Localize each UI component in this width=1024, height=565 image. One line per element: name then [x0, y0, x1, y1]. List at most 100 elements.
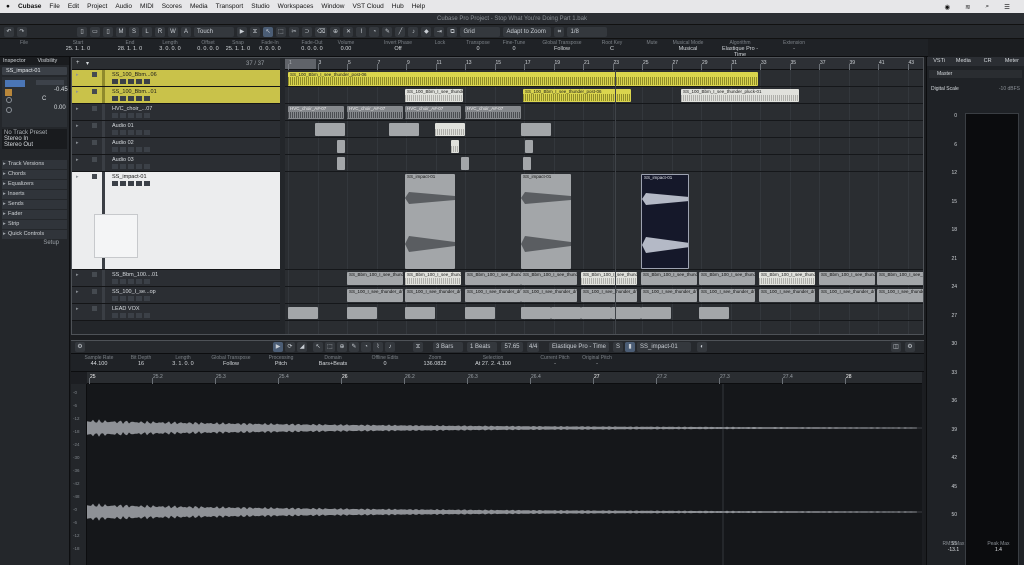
- track-button[interactable]: [120, 96, 126, 101]
- track-button[interactable]: [144, 164, 150, 169]
- add-track-icon[interactable]: +: [76, 60, 80, 66]
- track-name[interactable]: SS_100_Bbm...01: [112, 89, 157, 95]
- mouse-icon[interactable]: ◐: [697, 342, 707, 352]
- track-name[interactable]: LEAD VOX: [112, 306, 140, 312]
- undo-icon[interactable]: ↶: [4, 26, 14, 37]
- track-button[interactable]: [128, 79, 134, 84]
- audio-event[interactable]: [451, 140, 459, 153]
- le-info-cell-8[interactable]: Selection At 27. 2. 4.100: [469, 355, 517, 367]
- audio-event[interactable]: [523, 157, 531, 170]
- track-2[interactable]: ▸ HVC_choir_...07: [72, 104, 280, 121]
- track-button[interactable]: [112, 181, 118, 186]
- audio-event[interactable]: SS_100_I_see_thunder_drum_loop: [347, 289, 403, 302]
- mute-all-button[interactable]: M: [116, 26, 126, 37]
- tab-visibility[interactable]: Visibility: [35, 57, 70, 65]
- info-cell-17[interactable]: Algorithm Elastique Pro - Time: [718, 40, 762, 58]
- audio-event[interactable]: [551, 307, 581, 319]
- automation-mode-select[interactable]: Touch: [194, 26, 234, 37]
- audio-event[interactable]: SS_Bbm_100_I_see_thunder_sub_loop-01: [347, 272, 403, 285]
- play-audition-icon[interactable]: ▶: [273, 342, 283, 352]
- track-button[interactable]: [112, 96, 118, 101]
- tab-meter[interactable]: Meter: [1000, 57, 1024, 66]
- audio-event[interactable]: [461, 157, 469, 170]
- track-button[interactable]: [136, 130, 142, 135]
- activate-button[interactable]: A: [181, 26, 191, 37]
- audio-event[interactable]: [288, 307, 318, 319]
- play-tool-icon[interactable]: ♪: [408, 26, 419, 37]
- add-track-menu-icon[interactable]: ▾: [86, 60, 89, 67]
- mute-tool-icon[interactable]: ✕: [343, 26, 354, 37]
- tab-inspector[interactable]: Inspector: [0, 57, 35, 65]
- track-7[interactable]: ▸ SS_Bbm_100....01: [72, 270, 280, 287]
- audio-event[interactable]: SS_100_I_see_thunder_drum_loop: [819, 289, 875, 302]
- section-inserts[interactable]: Inserts: [2, 190, 67, 199]
- audio-event[interactable]: SS_100_Bbm_I_see_thunder_pluck-01: [681, 89, 799, 102]
- zoom-tool-icon[interactable]: ⊕: [330, 26, 341, 37]
- track-name[interactable]: Audio 02: [112, 140, 134, 146]
- track-button[interactable]: [128, 164, 134, 169]
- apple-icon[interactable]: ●: [6, 3, 10, 10]
- audio-event[interactable]: SS_100_Bbm_I_see_thunder_pluck-01: [405, 89, 463, 102]
- track-button[interactable]: [136, 181, 142, 186]
- event-name-field[interactable]: SS_impact-01: [637, 342, 691, 352]
- scrub-tool-icon[interactable]: ♪: [385, 342, 395, 352]
- track-button[interactable]: [128, 279, 134, 284]
- menu-help[interactable]: Help: [412, 3, 425, 10]
- solo-all-button[interactable]: S: [129, 26, 139, 37]
- audio-event[interactable]: SS_Bbm_100_I_see_thunder_sub_loop-01: [521, 272, 577, 285]
- track-mute-button[interactable]: [92, 157, 97, 162]
- audio-event[interactable]: [347, 307, 377, 319]
- audio-event[interactable]: [521, 307, 551, 319]
- section-track-versions[interactable]: Track Versions: [2, 160, 67, 169]
- info-cell-6[interactable]: Fade-In 0. 0. 0. 0: [248, 40, 292, 52]
- control-center-icon[interactable]: ☰: [1004, 3, 1010, 11]
- audio-event[interactable]: SS_Bbm_100_I_see_thunder_sub_loop-01: [699, 272, 755, 285]
- track-button[interactable]: [128, 96, 134, 101]
- track-button[interactable]: [144, 279, 150, 284]
- menu-media[interactable]: Media: [190, 3, 208, 10]
- menu-vst-cloud[interactable]: VST Cloud: [352, 3, 383, 10]
- track-button[interactable]: [120, 79, 126, 84]
- track-expand-icon[interactable]: ▸: [76, 106, 84, 112]
- track-button[interactable]: [144, 113, 150, 118]
- track-mute-button[interactable]: [92, 72, 97, 77]
- autoscroll-icon[interactable]: ▶: [237, 26, 247, 37]
- hitpoint-tool-icon[interactable]: ⌇: [373, 342, 383, 352]
- menu-file[interactable]: File: [49, 3, 59, 10]
- track-button[interactable]: [144, 296, 150, 301]
- section-chords[interactable]: Chords: [2, 170, 67, 179]
- track-button[interactable]: [128, 313, 134, 318]
- edit-button[interactable]: [5, 89, 12, 96]
- digital-scale-value[interactable]: -10 dBFS: [999, 86, 1020, 93]
- track-expand-icon[interactable]: ▸: [76, 157, 84, 163]
- track-mute-button[interactable]: [92, 140, 97, 145]
- track-button[interactable]: [136, 296, 142, 301]
- section-quick-controls[interactable]: Quick Controls: [2, 230, 67, 239]
- locator-range[interactable]: [285, 59, 316, 69]
- track-button[interactable]: [144, 313, 150, 318]
- track-button[interactable]: [128, 181, 134, 186]
- track-button[interactable]: [120, 113, 126, 118]
- tab-vsti[interactable]: VSTi: [927, 57, 951, 66]
- track-button[interactable]: [120, 164, 126, 169]
- rms-max-value[interactable]: -13.1: [942, 547, 964, 553]
- audio-event[interactable]: [641, 307, 671, 319]
- le-info-value[interactable]: -: [531, 361, 579, 367]
- track-button[interactable]: [112, 279, 118, 284]
- info-value[interactable]: C: [590, 46, 634, 52]
- le-info-value[interactable]: 3. 1. 0. 0: [159, 361, 207, 367]
- audio-event[interactable]: SS_100_I_see_thunder_drum_loop: [641, 289, 697, 302]
- track-expand-icon[interactable]: ▸: [76, 174, 84, 180]
- track-button[interactable]: [136, 164, 142, 169]
- track-1[interactable]: ▸ SS_100_Bbm...01: [72, 87, 280, 104]
- musical-mode-icon[interactable]: ⧖: [413, 342, 423, 352]
- info-value[interactable]: 25. 1. 1. 0: [56, 46, 100, 52]
- audio-event[interactable]: [337, 140, 345, 153]
- audio-event[interactable]: SS_Bbm_100_I_see_thunder_sub_loop-01: [465, 272, 521, 285]
- info-cell-16[interactable]: Musical Mode Musical: [666, 40, 710, 52]
- track-expand-icon[interactable]: ▸: [76, 123, 84, 129]
- le-info-value[interactable]: 136.0822: [411, 361, 459, 367]
- snap-on-icon[interactable]: ⧉: [447, 26, 458, 37]
- track-button[interactable]: [128, 113, 134, 118]
- menu-transport[interactable]: Transport: [216, 3, 244, 10]
